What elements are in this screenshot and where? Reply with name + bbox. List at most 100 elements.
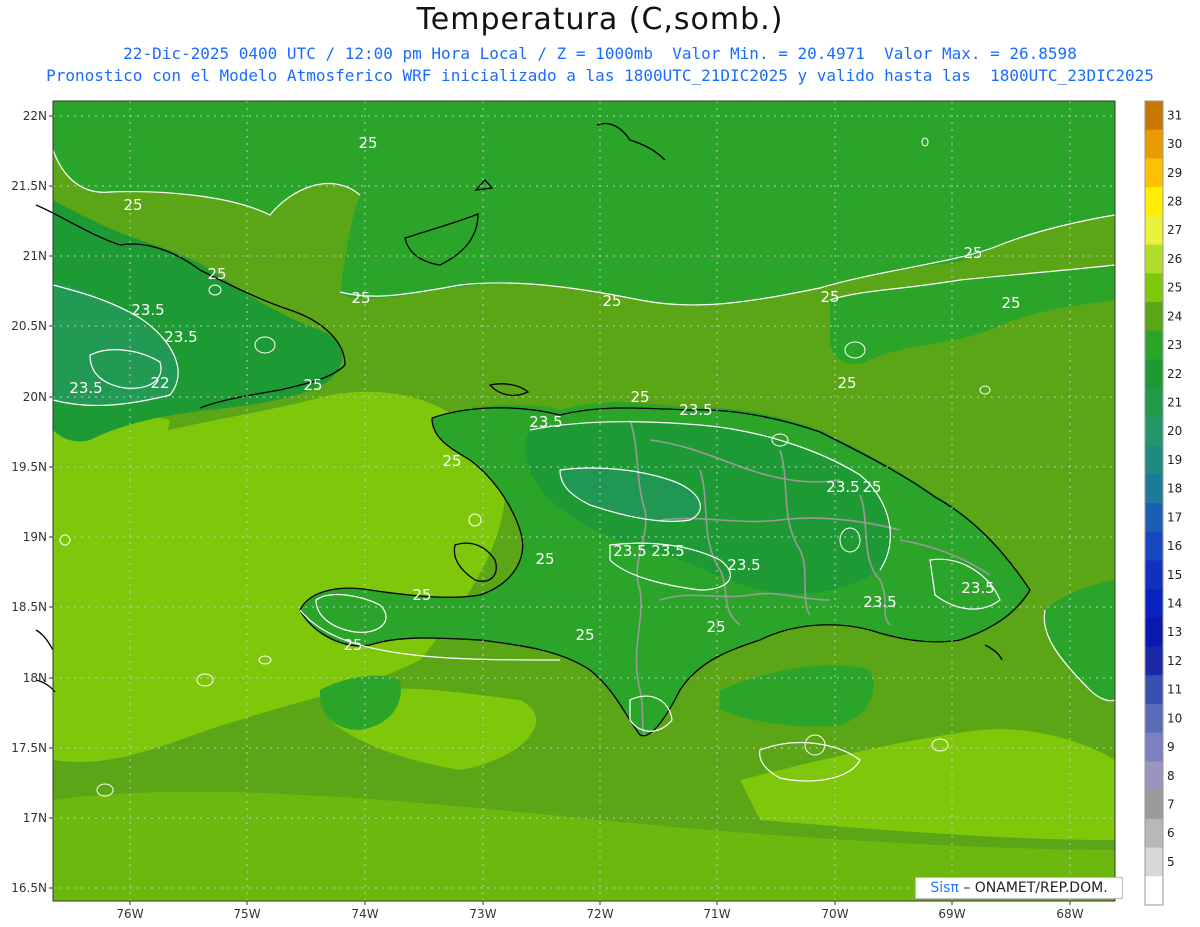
colorbar-label: 23: [1167, 338, 1182, 352]
contour-label: 25: [442, 452, 461, 470]
colorbar-label: 10: [1167, 711, 1182, 725]
colorbar-label: 25: [1167, 281, 1182, 295]
colorbar-swatch: [1145, 560, 1163, 590]
contour-label: 23.5: [164, 328, 197, 346]
lat-tick-label: 21.5N: [11, 179, 47, 193]
lon-tick-label: 76W: [116, 907, 143, 921]
lat-tick-label: 17.5N: [11, 741, 47, 755]
contour-label: 25: [862, 478, 881, 496]
onamet-credit: Sisπ – ONAMET/REP.DOM.: [915, 877, 1123, 899]
colorbar-swatch: [1145, 359, 1163, 389]
lat-tick-label: 19N: [23, 530, 47, 544]
colorbar-swatch: [1145, 101, 1163, 131]
colorbar-swatch: [1145, 273, 1163, 303]
lat-tick-label: 22N: [23, 109, 47, 123]
colorbar-swatch: [1145, 847, 1163, 877]
lon-tick-label: 71W: [703, 907, 730, 921]
colorbar-swatch: [1145, 388, 1163, 418]
contour-label: 25: [963, 244, 982, 262]
contour-label: 25: [837, 374, 856, 392]
contour-label: 23.5: [727, 556, 760, 574]
colorbar-label: 24: [1167, 309, 1182, 323]
latitude-axis: 22N 21.5N 21N 20.5N 20N 19.5N 19N 18.5N 18N 17.5N…: [11, 109, 53, 895]
lon-tick-label: 69W: [938, 907, 965, 921]
lat-tick-label: 16.5N: [11, 881, 47, 895]
temperature-colorbar: 31 30 29 28 27 26 25 24 23 22 21 20 19 18 17 16 15 14 13 12…: [1144, 100, 1182, 906]
temperature-map: 25252525 25 252525252525252525252525 2523.5…: [11, 100, 1182, 921]
colorbar-label: 8: [1167, 769, 1175, 783]
lon-tick-label: 74W: [351, 907, 378, 921]
colorbar-swatch: [1145, 187, 1163, 217]
lat-tick-label: 18.5N: [11, 600, 47, 614]
contour-label: 23.5: [651, 542, 684, 560]
lon-tick-label: 73W: [469, 907, 496, 921]
contour-label: 25: [358, 134, 377, 152]
colorbar-swatch: [1145, 445, 1163, 475]
contour-label: 23.5: [961, 579, 994, 597]
colorbar-label: 30: [1167, 137, 1182, 151]
longitude-axis: 76W 75W 74W 73W 72W 71W 70W 69W 68W: [116, 901, 1084, 921]
contour-label: 25: [412, 586, 431, 604]
contour-label: 25: [602, 292, 621, 310]
colorbar-swatch: [1145, 617, 1163, 648]
contour-label: 23.5: [826, 478, 859, 496]
lon-tick-label: 70W: [821, 907, 848, 921]
colorbar-swatch: [1145, 330, 1163, 360]
lat-tick-label: 21N: [23, 249, 47, 263]
colorbar-swatch: [1145, 876, 1163, 906]
contour-label: 25: [820, 288, 839, 306]
colorbar-label: 11: [1167, 683, 1182, 697]
colorbar-swatch: [1145, 244, 1163, 274]
colorbar-swatch: [1145, 215, 1163, 246]
colorbar-label: 9: [1167, 740, 1175, 754]
colorbar-swatch: [1145, 790, 1163, 820]
colorbar-label: 26: [1167, 252, 1182, 266]
colorbar-label: 7: [1167, 798, 1175, 812]
contour-label: 25: [303, 376, 322, 394]
colorbar-swatch: [1145, 302, 1163, 332]
colorbar-label: 18: [1167, 482, 1182, 496]
colorbar-label: 29: [1167, 166, 1182, 180]
colorbar-swatch: [1145, 416, 1163, 447]
colorbar-label: 28: [1167, 195, 1182, 209]
contour-label: 23.5: [131, 301, 164, 319]
colorbar-label: 22: [1167, 367, 1182, 381]
colorbar-swatch: [1145, 531, 1163, 561]
colorbar-swatch: [1145, 158, 1163, 188]
colorbar-label: 5: [1167, 855, 1175, 869]
lat-tick-label: 19.5N: [11, 460, 47, 474]
contour-label: 23.5: [529, 413, 562, 431]
lat-tick-label: 18N: [23, 671, 47, 685]
colorbar-label: 12: [1167, 654, 1182, 668]
colorbar-swatch: [1145, 704, 1163, 734]
colorbar-swatch: [1145, 732, 1163, 762]
contour-label: 25: [343, 636, 362, 654]
colorbar-swatch: [1145, 589, 1163, 619]
credit-text: – ONAMET/REP.DOM.: [963, 880, 1108, 896]
contour-label: 25: [207, 265, 226, 283]
colorbar-swatch: [1145, 761, 1163, 791]
contour-label: 23.5: [69, 379, 102, 397]
lon-tick-label: 68W: [1056, 907, 1083, 921]
colorbar-label: 31: [1167, 108, 1182, 122]
contour-label: 25: [535, 550, 554, 568]
colorbar-swatch: [1145, 818, 1163, 849]
colorbar-label: 13: [1167, 625, 1182, 639]
colorbar-swatch: [1145, 503, 1163, 533]
lon-tick-label: 72W: [586, 907, 613, 921]
contour-label: 25: [1001, 294, 1020, 312]
lat-tick-label: 20N: [23, 390, 47, 404]
colorbar-label: 6: [1167, 826, 1175, 840]
colorbar-label: 16: [1167, 539, 1182, 553]
contour-label: 22: [150, 374, 169, 392]
colorbar-swatch: [1145, 646, 1163, 676]
colorbar-label: 21: [1167, 396, 1182, 410]
lon-tick-label: 75W: [233, 907, 260, 921]
colorbar-label: 19: [1167, 453, 1182, 467]
contour-label: 25: [630, 388, 649, 406]
contour-label: 25: [575, 626, 594, 644]
colorbar-swatch: [1145, 474, 1163, 504]
contour-label: 23.5: [679, 401, 712, 419]
contour-label: 23.5: [613, 542, 646, 560]
colorbar-label: 20: [1167, 424, 1182, 438]
